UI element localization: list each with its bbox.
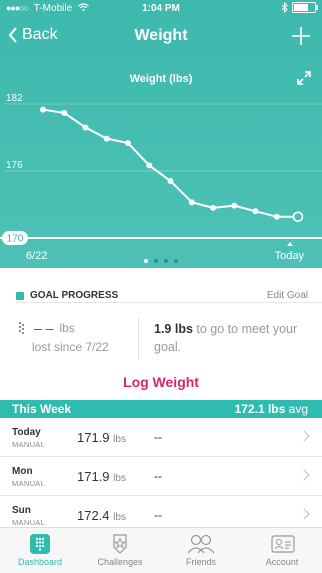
log-weight-button[interactable]: Log Weight: [0, 374, 322, 390]
this-week-header: This Week 172.1 lbs avg: [0, 400, 322, 418]
data-point: [61, 109, 68, 116]
lost-value: – –: [34, 320, 54, 336]
y-tick-label: 170: [7, 234, 24, 245]
row-entry-type: MANUAL: [12, 518, 46, 527]
week-average-value: 172.1 lbs: [234, 402, 286, 416]
goal-progress-card: GOAL PROGRESS Edit Goal – – lbs lost sin…: [0, 268, 322, 400]
data-point: [231, 202, 238, 209]
tab-label: Friends: [185, 557, 216, 567]
tab-bar: Dashboard Challenges Friends Account: [0, 527, 322, 573]
chevron-right-icon: [298, 469, 310, 481]
row-weight: 172.4 lbs: [77, 508, 126, 523]
row-fat: --: [154, 430, 162, 444]
chart-panel: ●●●○○ T-Mobile 1:04 PM Back Weight Weigh…: [0, 0, 322, 268]
lost-summary: – – lbs lost since 7/22: [18, 320, 133, 354]
tab-label: Account: [265, 557, 299, 567]
pager-dot[interactable]: [144, 259, 148, 263]
vertical-divider: [138, 318, 139, 360]
account-card-icon: [271, 535, 295, 553]
row-entry-type: MANUAL: [12, 440, 46, 449]
lost-unit: lbs: [59, 321, 75, 335]
row-day: Mon: [12, 466, 33, 477]
data-point: [273, 213, 280, 220]
data-point: [125, 140, 131, 147]
chart-pager[interactable]: [0, 250, 322, 268]
row-entry-type: MANUAL: [12, 479, 46, 488]
friends-icon: [187, 534, 215, 554]
edit-goal-link[interactable]: Edit Goal: [267, 290, 308, 301]
list-item[interactable]: Mon MANUAL 171.9 lbs --: [0, 457, 322, 496]
data-point-latest: [292, 211, 304, 223]
divider: [16, 302, 322, 303]
data-point: [252, 208, 259, 215]
goal-heading-text: GOAL PROGRESS: [30, 290, 119, 301]
row-weight: 171.9 lbs: [77, 430, 126, 445]
data-point: [82, 124, 89, 131]
data-point: [210, 204, 216, 211]
tab-dashboard[interactable]: Dashboard: [0, 528, 80, 573]
tab-challenges[interactable]: Challenges: [80, 528, 160, 573]
week-average: 172.1 lbs avg: [235, 402, 308, 416]
chevron-right-icon: [298, 508, 310, 520]
weight-line-chart: 182 176 170: [0, 93, 322, 246]
data-point: [167, 178, 174, 185]
tab-account[interactable]: Account: [242, 528, 322, 573]
y-tick-label: 176: [6, 160, 23, 171]
tab-label: Dashboard: [17, 557, 63, 567]
to-go-value: 1.9 lbs: [154, 322, 193, 336]
row-day: Today: [12, 427, 41, 438]
data-point: [146, 162, 153, 169]
y-tick-label: 182: [6, 93, 23, 104]
row-day: Sun: [12, 505, 31, 516]
data-point: [103, 135, 110, 142]
star-badge-icon: [113, 534, 127, 554]
chevron-right-icon: [298, 430, 310, 442]
dashboard-grid-icon: [30, 534, 50, 554]
goal-flag-icon: [16, 291, 24, 300]
list-item[interactable]: Today MANUAL 171.9 lbs --: [0, 418, 322, 457]
tab-friends[interactable]: Friends: [161, 528, 241, 573]
row-weight: 171.9 lbs: [77, 469, 126, 484]
to-go-summary: 1.9 lbs to go to meet your goal.: [154, 320, 304, 356]
tab-label: Challenges: [97, 557, 143, 567]
today-marker-icon: [287, 242, 293, 246]
pager-dot[interactable]: [154, 259, 158, 263]
weight-log-list: Today MANUAL 171.9 lbs -- Mon MANUAL 171…: [0, 418, 322, 535]
this-week-label: This Week: [12, 402, 72, 416]
week-average-suffix: avg: [288, 402, 308, 416]
row-fat: --: [154, 508, 162, 522]
goal-heading: GOAL PROGRESS: [16, 290, 118, 301]
pager-dot[interactable]: [164, 259, 168, 263]
data-point: [188, 199, 195, 206]
row-fat: --: [154, 469, 162, 483]
data-point: [40, 106, 46, 113]
lost-since: lost since 7/22: [32, 340, 109, 354]
series-line: [42, 108, 298, 218]
pager-dot[interactable]: [174, 259, 178, 263]
dotted-scale-icon: [19, 322, 24, 334]
